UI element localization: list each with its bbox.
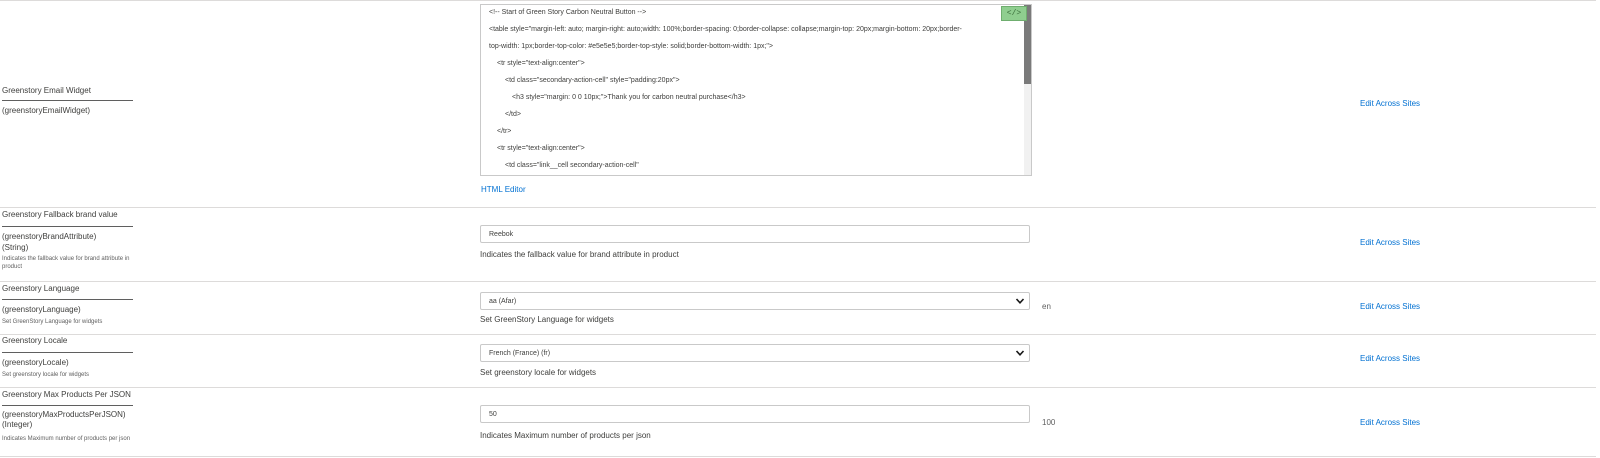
preference-key: (greenstoryLanguage) bbox=[2, 305, 81, 314]
code-view-button[interactable]: </> bbox=[1001, 6, 1027, 21]
code-line: <td class="link__cell secondary-action-c… bbox=[505, 162, 639, 169]
edit-across-sites-link[interactable]: Edit Across Sites bbox=[1360, 354, 1420, 363]
preference-title: Greenstory Email Widget bbox=[2, 86, 91, 95]
preference-description: Set greenstory locale for widgets bbox=[2, 372, 90, 378]
preference-row-email-widget: Greenstory Email Widget (greenstoryEmail… bbox=[0, 0, 1596, 208]
html-code-editor[interactable]: <!-- Start of Green Story Carbon Neutral… bbox=[480, 4, 1032, 176]
code-line: <!-- Start of Green Story Carbon Neutral… bbox=[489, 9, 647, 16]
code-line: <td class="secondary-action-cell" style=… bbox=[505, 77, 680, 84]
title-divider bbox=[2, 352, 133, 353]
locale-select[interactable]: French (France) (fr) bbox=[480, 344, 1030, 362]
chevron-down-icon bbox=[1015, 350, 1025, 356]
editor-scrollbar[interactable] bbox=[1024, 5, 1031, 175]
default-value: en bbox=[1042, 302, 1051, 311]
code-line: </tr> bbox=[497, 128, 512, 135]
preference-type: (Integer) bbox=[2, 420, 33, 429]
preference-description: Indicates Maximum number of products per… bbox=[2, 436, 131, 442]
help-text: Set GreenStory Language for widgets bbox=[480, 315, 614, 324]
preference-row-locale: Greenstory Locale (greenstoryLocale) Set… bbox=[0, 334, 1596, 388]
help-text: Indicates Maximum number of products per… bbox=[480, 431, 651, 440]
help-text: Indicates the fallback value for brand a… bbox=[480, 250, 679, 259]
title-divider bbox=[2, 405, 133, 406]
code-line: <table style="margin-left: auto; margin-… bbox=[489, 26, 962, 33]
language-select-value: aa (Afar) bbox=[489, 298, 517, 305]
preference-description: Indicates the fallback value for brand a… bbox=[2, 256, 130, 270]
preference-key: (greenstoryLocale) bbox=[2, 358, 69, 367]
code-line: <tr style="text-align:center"> bbox=[497, 145, 585, 152]
edit-across-sites-link[interactable]: Edit Across Sites bbox=[1360, 99, 1420, 108]
title-divider bbox=[2, 299, 133, 300]
edit-across-sites-link[interactable]: Edit Across Sites bbox=[1360, 238, 1420, 247]
edit-across-sites-link[interactable]: Edit Across Sites bbox=[1360, 302, 1420, 311]
html-editor-link[interactable]: HTML Editor bbox=[481, 185, 526, 194]
preference-type: (String) bbox=[2, 243, 29, 252]
edit-across-sites-link[interactable]: Edit Across Sites bbox=[1360, 418, 1420, 427]
preference-row-brand-attribute: Greenstory Fallback brand value (greenst… bbox=[0, 207, 1596, 282]
code-line: top-width: 1px;border-top-color: #e5e5e5… bbox=[489, 43, 773, 50]
language-select[interactable]: aa (Afar) bbox=[480, 292, 1030, 310]
max-products-input[interactable]: 50 bbox=[480, 405, 1030, 423]
preference-title: Greenstory Max Products Per JSON bbox=[2, 390, 131, 399]
preference-description: Set GreenStory Language for widgets bbox=[2, 319, 103, 325]
preference-row-language: Greenstory Language (greenstoryLanguage)… bbox=[0, 281, 1596, 335]
code-line: </td> bbox=[505, 111, 521, 118]
help-text: Set greenstory locale for widgets bbox=[480, 368, 597, 377]
brand-value-input[interactable]: Reebok bbox=[480, 225, 1030, 243]
preference-key: (greenstoryEmailWidget) bbox=[2, 106, 91, 115]
locale-select-value: French (France) (fr) bbox=[489, 350, 551, 357]
title-divider bbox=[2, 226, 133, 227]
default-value: 100 bbox=[1042, 418, 1056, 427]
preference-title: Greenstory Locale bbox=[2, 336, 68, 345]
preference-key: (greenstoryBrandAttribute) bbox=[2, 232, 97, 241]
preference-row-max-products: Greenstory Max Products Per JSON (greens… bbox=[0, 387, 1596, 457]
preference-title: Greenstory Language bbox=[2, 284, 80, 293]
preference-title: Greenstory Fallback brand value bbox=[2, 210, 118, 219]
code-line: <tr style="text-align:center"> bbox=[497, 60, 585, 67]
title-divider bbox=[2, 100, 133, 101]
chevron-down-icon bbox=[1015, 298, 1025, 304]
code-line: <h3 style="margin: 0 0 10px;">Thank you … bbox=[512, 94, 746, 101]
